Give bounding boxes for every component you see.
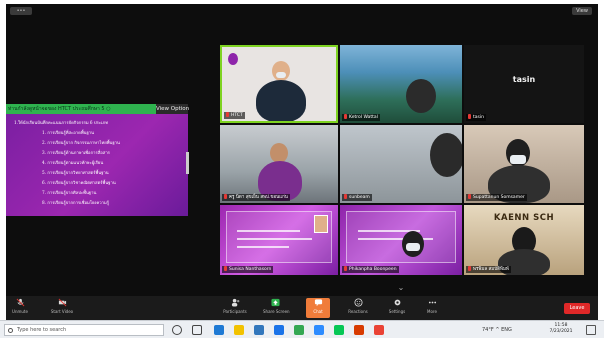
participant-name: Phikanpha Boonpeen <box>342 266 399 273</box>
cortana-icon[interactable] <box>172 325 182 335</box>
unmute-button[interactable]: Unmute <box>8 298 32 318</box>
reactions-icon <box>353 298 363 307</box>
video-tile[interactable]: Phikanpha Boonpeen <box>340 205 462 275</box>
store-icon[interactable] <box>254 325 264 335</box>
video-tile[interactable]: HTCT <box>220 45 338 123</box>
muted-mic-icon <box>224 194 227 199</box>
start-video-button[interactable]: Start Video <box>50 298 74 318</box>
participant-head <box>430 133 462 177</box>
taskbar-clock[interactable]: 11:58 7/23/2021 <box>546 323 576 335</box>
face-mask <box>510 155 526 164</box>
shared-slide-thumbnail <box>346 211 456 263</box>
slide-text-list: 1.ให้นักเรียนบันทึกคะแนนการจัดกิจกรรม 6 … <box>14 118 184 208</box>
slide-text-line: 5. การเรียนรู้จากวิทยาศาสตร์พื้นฐาน <box>42 170 109 175</box>
slide-text-line: 2. การเรียนรู้จาก กิจกรรมภาษาไทยพื้นฐาน <box>42 140 120 145</box>
meeting-top-bar: ••• View <box>6 4 598 18</box>
edge-browser-icon[interactable] <box>214 325 224 335</box>
file-explorer-icon[interactable] <box>234 325 244 335</box>
muted-mic-icon <box>226 112 229 117</box>
task-view-icon[interactable] <box>192 325 202 335</box>
muted-mic-icon <box>468 194 471 199</box>
shared-slide: 1.ให้นักเรียนบันทึกคะแนนการจัดกิจกรรม 6 … <box>6 114 188 216</box>
muted-mic-icon <box>224 266 227 271</box>
participant-label: tasin <box>512 75 536 84</box>
zoom-app-icon[interactable] <box>314 325 324 335</box>
view-options-button[interactable]: View Option <box>156 104 189 114</box>
participant-name: HTCT <box>224 112 245 119</box>
slide-text-line: 1.ให้นักเรียนบันทึกคะแนนการจัดกิจกรรม 6 … <box>14 120 109 125</box>
shared-screen-panel: ท่านกำลังดูหน้าจอของ HTCT ประถมศึกษา 5 ○… <box>6 104 189 216</box>
slide-text-line: 8. การเรียนรู้จากการเชื่อมโยงความรู้ <box>42 200 109 205</box>
participant-head <box>270 143 288 163</box>
reactions-button[interactable]: Reactions <box>346 298 370 318</box>
muted-mic-icon <box>468 266 471 271</box>
settings-icon <box>394 299 400 306</box>
slide-text-line: 1. การเรียนรู้ที่สะอาดพื้นฐาน <box>42 130 95 135</box>
mail-icon[interactable] <box>274 325 284 335</box>
participants-icon <box>231 298 239 307</box>
face-mask <box>276 72 286 78</box>
muted-mic-icon <box>344 266 347 271</box>
participant-name: Supattanun Somsamer <box>466 194 527 201</box>
participant-name: tasin <box>466 114 486 121</box>
share-notice-bar[interactable]: ท่านกำลังดูหน้าจอของ HTCT ประถมศึกษา 5 ○ <box>6 104 156 114</box>
muted-mic-icon <box>468 114 471 119</box>
slide-text-line <box>237 246 290 248</box>
chrome-icon[interactable] <box>294 325 304 335</box>
chevron-down-icon[interactable]: ⌄ <box>397 284 405 292</box>
video-tile[interactable]: Sunisa Nanthasorn <box>220 205 338 275</box>
slide-text-line: 7. การเรียนรู้จากศิลปะพื้นฐาน <box>42 190 97 195</box>
participant-head <box>406 79 436 113</box>
slide-text-line <box>237 238 313 240</box>
microphone-icon <box>16 298 24 307</box>
app-icon[interactable] <box>374 325 384 335</box>
participant-name: พรพิมล สมบัติพิมพ์ <box>466 266 511 273</box>
line-app-icon[interactable] <box>334 325 344 335</box>
school-banner: KAENN SCH <box>493 213 555 223</box>
participant-name: Sunisa Nanthasorn <box>222 266 274 273</box>
video-tile[interactable]: KAENN SCH พรพิมล สมบัติพิมพ์ <box>464 205 584 275</box>
video-tile[interactable]: tasin tasin <box>464 45 584 123</box>
participant-body <box>256 80 306 121</box>
more-icon <box>428 301 436 304</box>
taskbar-search-box[interactable]: Type here to search <box>4 324 164 336</box>
meeting-info-button[interactable]: ••• <box>10 7 32 15</box>
participants-button[interactable]: Participants <box>223 298 247 318</box>
chat-button[interactable]: Chat <box>306 298 330 318</box>
zoom-meeting-window: ••• View ท่านกำลังดูหน้าจอของ HTCT ประถม… <box>6 4 598 320</box>
settings-button[interactable]: Settings <box>385 298 409 318</box>
powerpoint-icon[interactable] <box>354 325 364 335</box>
slide-text-line: 3. การเรียนรู้ด้านภาษาเพื่อการสื่อสาร <box>42 150 110 155</box>
view-button[interactable]: View <box>572 7 592 15</box>
panel-resize-handle[interactable] <box>186 152 189 174</box>
participant-name: ครู นิดา สุขเย็น สพป.ขอนแก่น <box>222 194 290 201</box>
muted-mic-icon <box>344 194 347 199</box>
notification-icon[interactable] <box>586 325 596 335</box>
search-icon <box>8 328 13 333</box>
face-mask <box>406 243 420 251</box>
windows-taskbar: Type here to search 74°F ^ ENG 11:58 7/2… <box>0 320 604 338</box>
video-tile[interactable]: Ketrol Wattal <box>340 45 462 123</box>
more-button[interactable]: More <box>420 298 444 318</box>
profile-photo <box>314 215 328 233</box>
slide-text-line <box>237 230 300 232</box>
video-tile[interactable]: ครู นิดา สุขเย็น สพป.ขอนแก่น <box>220 125 338 203</box>
video-tile[interactable]: sunbeam <box>340 125 462 203</box>
slide-text-line: 6. การเรียนรู้จากวิชาคณิตศาสตร์พื้นฐาน <box>42 180 116 185</box>
slide-text-line: 4. การเรียนรู้ตามแนวทักษะผู้เรียน <box>42 160 104 165</box>
share-screen-icon <box>270 298 280 307</box>
chat-icon <box>314 299 322 307</box>
participant-name: sunbeam <box>342 194 372 201</box>
muted-mic-icon <box>344 114 347 119</box>
video-camera-icon <box>58 298 66 307</box>
leave-button[interactable]: Leave <box>564 303 590 314</box>
system-tray[interactable]: 74°F ^ ENG <box>482 326 512 334</box>
share-screen-button[interactable]: Share Screen <box>263 298 290 318</box>
participant-head <box>272 61 290 81</box>
school-logo-icon <box>228 53 238 65</box>
video-tile[interactable]: Supattanun Somsamer <box>464 125 584 203</box>
participant-name: Ketrol Wattal <box>342 114 380 121</box>
meeting-toolbar: Unmute Start Video Participants Share Sc… <box>6 296 598 320</box>
